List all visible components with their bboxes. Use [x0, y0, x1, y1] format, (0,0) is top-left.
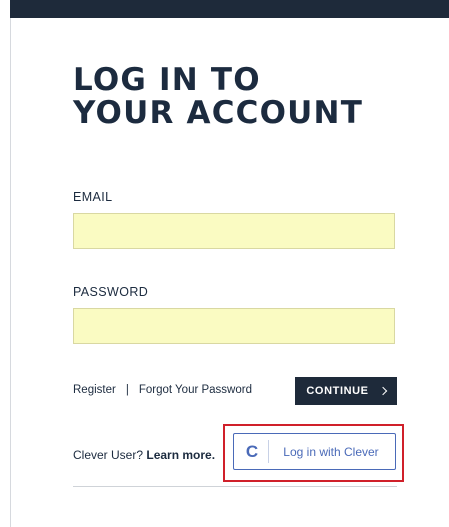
account-links: Register | Forgot Your Password [73, 384, 252, 396]
forgot-password-link[interactable]: Forgot Your Password [139, 384, 252, 396]
learn-more-link[interactable]: Learn more. [146, 448, 215, 462]
password-field[interactable] [73, 308, 395, 344]
register-link[interactable]: Register [73, 384, 116, 396]
email-field[interactable] [73, 213, 395, 249]
clever-logo-icon: C [236, 440, 269, 463]
continue-button-label: CONTINUE [306, 385, 369, 397]
clever-button-label: Log in with Clever [283, 444, 379, 459]
email-label: EMAIL [73, 190, 113, 204]
page-title-line-2: YOUR ACCOUNT [73, 95, 364, 131]
continue-button[interactable]: CONTINUE [295, 377, 397, 405]
password-label: PASSWORD [73, 285, 149, 299]
bottom-divider [73, 486, 397, 487]
top-header-bar [10, 0, 449, 18]
page-title: LOG IN TO YOUR ACCOUNT [73, 64, 363, 130]
link-separator: | [125, 384, 129, 396]
log-in-with-clever-button[interactable]: C Log in with Clever [233, 433, 396, 470]
chevron-right-icon [378, 386, 387, 396]
left-border-line [10, 18, 11, 527]
clever-user-prompt: Clever User? Learn more. [73, 448, 215, 462]
page-title-line-1: LOG IN TO [73, 62, 261, 98]
clever-user-question: Clever User? [73, 448, 144, 462]
